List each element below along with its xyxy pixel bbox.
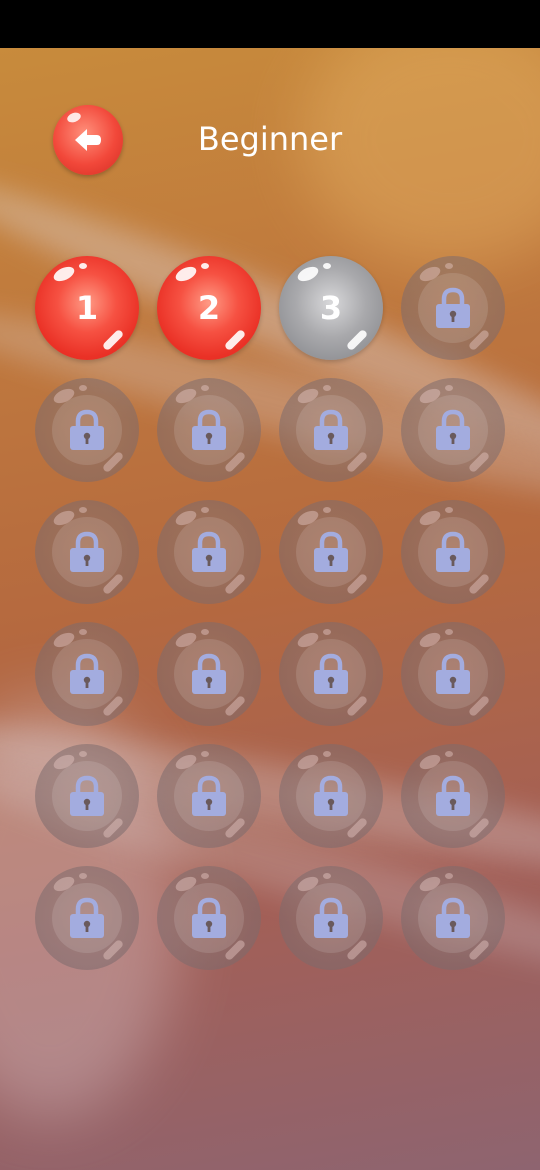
level-button[interactable]: 2 xyxy=(157,256,261,360)
lock-icon xyxy=(436,897,470,938)
lock-icon xyxy=(436,531,470,572)
level-grid: 1 2 3 xyxy=(0,0,540,1170)
lock-icon xyxy=(436,287,470,328)
lock-icon xyxy=(70,531,104,572)
level-button-locked[interactable] xyxy=(35,378,139,482)
level-button-locked[interactable] xyxy=(401,622,505,726)
lock-icon xyxy=(314,531,348,572)
lock-icon xyxy=(436,653,470,694)
lock-icon xyxy=(436,409,470,450)
level-button-locked[interactable] xyxy=(401,500,505,604)
level-button-locked[interactable] xyxy=(279,500,383,604)
level-button-locked[interactable] xyxy=(401,744,505,848)
level-number: 1 xyxy=(75,289,99,327)
level-button-locked[interactable] xyxy=(279,866,383,970)
level-button-locked[interactable] xyxy=(157,378,261,482)
level-button-locked[interactable] xyxy=(35,500,139,604)
lock-icon xyxy=(314,897,348,938)
lock-icon xyxy=(314,653,348,694)
level-button-locked[interactable] xyxy=(35,622,139,726)
level-button-locked[interactable] xyxy=(401,256,505,360)
lock-icon xyxy=(314,409,348,450)
level-button-locked[interactable] xyxy=(279,744,383,848)
level-button[interactable]: 1 xyxy=(35,256,139,360)
level-button-locked[interactable] xyxy=(401,866,505,970)
lock-icon xyxy=(192,409,226,450)
lock-icon xyxy=(192,897,226,938)
level-button-locked[interactable] xyxy=(157,622,261,726)
lock-icon xyxy=(314,775,348,816)
lock-icon xyxy=(436,775,470,816)
lock-icon xyxy=(70,409,104,450)
level-number: 2 xyxy=(197,289,221,327)
level-button-locked[interactable] xyxy=(401,378,505,482)
level-button-locked[interactable] xyxy=(157,500,261,604)
level-button-locked[interactable] xyxy=(279,378,383,482)
level-button-locked[interactable] xyxy=(35,744,139,848)
level-button[interactable]: 3 xyxy=(279,256,383,360)
level-button-locked[interactable] xyxy=(35,866,139,970)
level-button-locked[interactable] xyxy=(279,622,383,726)
lock-icon xyxy=(192,775,226,816)
lock-icon xyxy=(70,653,104,694)
lock-icon xyxy=(70,775,104,816)
level-number: 3 xyxy=(319,289,343,327)
level-button-locked[interactable] xyxy=(157,866,261,970)
lock-icon xyxy=(70,897,104,938)
level-button-locked[interactable] xyxy=(157,744,261,848)
lock-icon xyxy=(192,531,226,572)
lock-icon xyxy=(192,653,226,694)
